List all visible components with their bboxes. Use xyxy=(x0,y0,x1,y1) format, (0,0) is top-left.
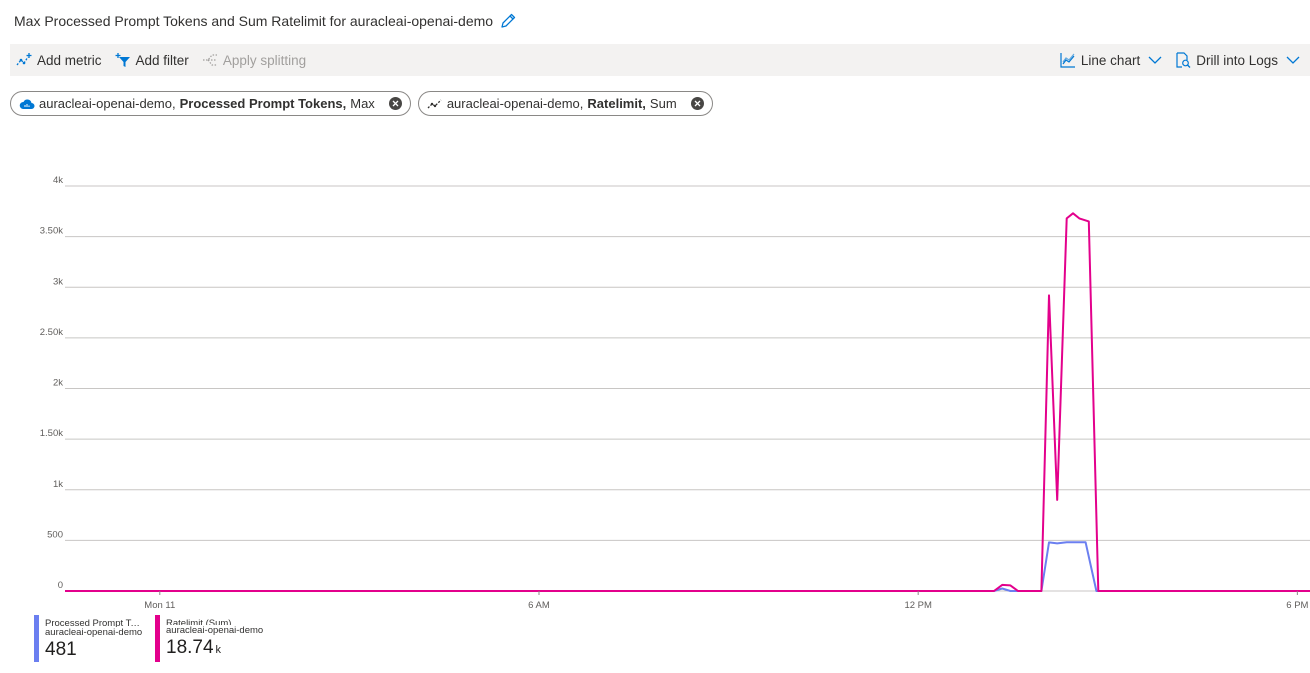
chart-legend: Processed Prompt Tok... auracleai-openai… xyxy=(34,615,263,662)
drill-into-logs-dropdown[interactable]: Drill into Logs xyxy=(1175,52,1300,68)
legend-item-processed-prompt-tokens[interactable]: Processed Prompt Tok... auracleai-openai… xyxy=(34,615,145,662)
pill-resource: auracleai-openai-demo, xyxy=(446,96,584,111)
add-metric-icon xyxy=(16,52,32,68)
x-tick-label: 6 PM xyxy=(1286,600,1308,611)
pill-metric: Processed Prompt Tokens, xyxy=(179,96,347,111)
line-chart-label: Line chart xyxy=(1080,52,1141,68)
legend-value-unit: k xyxy=(215,644,222,656)
chevron-down-icon xyxy=(1148,53,1162,67)
line-chart[interactable]: 0 500 1k 1.50k 2k 2.50k 3k 3.50k 4k Mon 11 6 AM 12… xyxy=(0,170,1310,615)
add-filter-label: Add filter xyxy=(135,52,189,68)
y-tick-label: 4k xyxy=(53,175,63,186)
pill-resource: auracleai-openai-demo, xyxy=(39,96,176,111)
x-tick-label: Mon 11 xyxy=(144,600,175,611)
legend-value: 481 xyxy=(45,638,145,662)
series-line-ratelimit[interactable] xyxy=(65,212,1310,592)
add-metric-button[interactable]: Add metric xyxy=(16,52,102,68)
x-tick-label: 6 AM xyxy=(528,600,550,611)
add-filter-button[interactable]: Add filter xyxy=(115,52,189,68)
legend-value-number: 481 xyxy=(45,639,77,660)
legend-value: 18.74 k xyxy=(166,636,263,662)
metric-pills: auracleai-openai-demo, Processed Prompt … xyxy=(10,91,713,116)
series-line-processed-prompt-tokens[interactable] xyxy=(65,541,1310,592)
legend-item-ratelimit[interactable]: Ratelimit (Sum) auracleai-openai-demo 18… xyxy=(155,615,263,662)
close-icon[interactable] xyxy=(388,97,402,110)
legend-color-bar xyxy=(155,615,160,662)
add-metric-label: Add metric xyxy=(37,52,102,68)
chart-title-row: Max Processed Prompt Tokens and Sum Rate… xyxy=(14,10,517,32)
y-tick-label: 3.50k xyxy=(40,226,63,237)
apply-splitting-button[interactable]: Apply splitting xyxy=(202,52,306,68)
pencil-edit-icon[interactable] xyxy=(499,12,517,30)
pill-aggregation: Max xyxy=(350,96,375,111)
metric-line-icon xyxy=(427,96,443,112)
line-chart-dropdown[interactable]: Line chart xyxy=(1060,52,1162,68)
pill-aggregation: Sum xyxy=(649,96,677,111)
legend-color-bar xyxy=(34,615,39,662)
filter-icon xyxy=(115,52,131,68)
legend-resource-name: auracleai-openai-demo xyxy=(166,625,264,636)
y-tick-label: 1.50k xyxy=(40,428,63,439)
x-tick-label: 12 PM xyxy=(904,600,932,611)
legend-series-name: Ratelimit (Sum) xyxy=(166,618,232,625)
drill-into-logs-label: Drill into Logs xyxy=(1196,52,1278,68)
cloud-resource-icon xyxy=(19,96,35,112)
metric-pill-processed-prompt-tokens[interactable]: auracleai-openai-demo, Processed Prompt … xyxy=(10,91,411,116)
y-tick-label: 2k xyxy=(53,378,63,389)
chart-title: Max Processed Prompt Tokens and Sum Rate… xyxy=(14,13,494,29)
chart-toolbar: Add metric Add filter Apply splitting Li… xyxy=(10,44,1310,76)
pill-metric: Ratelimit, xyxy=(587,96,646,111)
line-chart-icon xyxy=(1060,52,1076,68)
apply-splitting-label: Apply splitting xyxy=(222,52,307,68)
y-tick-label: 3k xyxy=(53,276,63,287)
y-tick-label: 0 xyxy=(58,580,63,591)
toolbar-right-group: Line chart Drill into Logs xyxy=(1060,52,1304,68)
legend-resource-name: auracleai-openai-demo xyxy=(45,627,143,638)
legend-series-name: Processed Prompt Tok... xyxy=(45,618,145,627)
splitting-icon xyxy=(202,52,218,68)
chevron-down-icon xyxy=(1286,53,1300,67)
y-tick-label: 500 xyxy=(47,529,63,540)
legend-value-number: 18.74 xyxy=(166,637,214,658)
y-tick-label: 1k xyxy=(53,479,63,490)
y-tick-label: 2.50k xyxy=(40,327,63,338)
logs-icon xyxy=(1175,52,1191,68)
close-icon[interactable] xyxy=(690,97,704,110)
metric-pill-ratelimit[interactable]: auracleai-openai-demo, Ratelimit, Sum xyxy=(417,91,713,116)
